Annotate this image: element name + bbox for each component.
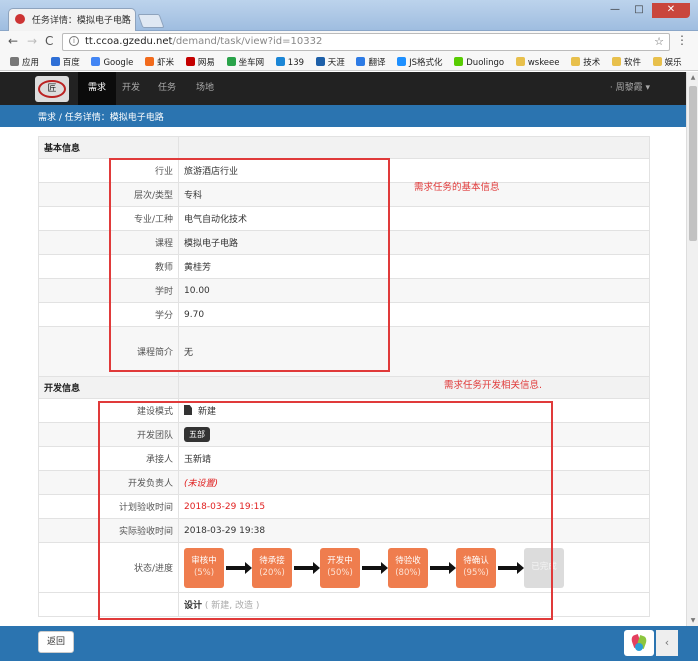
xiami-icon bbox=[145, 57, 155, 66]
google-icon bbox=[91, 57, 101, 66]
browser-tabbar: 任务详情：模拟电子电路 × — □ ✕ bbox=[0, 0, 698, 31]
tab-title: 任务详情：模拟电子电路 bbox=[31, 16, 131, 26]
baidu-icon bbox=[50, 57, 60, 66]
bookmark-139[interactable]: 139 bbox=[275, 57, 304, 68]
annotation-box-basic bbox=[109, 158, 390, 372]
tab-close-icon[interactable]: × bbox=[121, 13, 129, 23]
tianya-icon bbox=[315, 57, 325, 66]
scroll-up-icon[interactable]: ▲ bbox=[689, 74, 697, 81]
scrollbar-thumb[interactable] bbox=[689, 86, 697, 241]
back-button[interactable]: ← bbox=[8, 34, 18, 48]
bookmarks-bar: 应用 百度 Google 虾米 网易 坐车网 139 天涯 翻译 JS格式化 D… bbox=[0, 53, 698, 71]
bookmark-baidu[interactable]: 百度 bbox=[50, 56, 80, 68]
js-format-icon bbox=[397, 57, 407, 66]
browser-tab[interactable]: 任务详情：模拟电子电路 × bbox=[8, 8, 136, 31]
section-basic: 基本信息 bbox=[38, 136, 650, 159]
bookmark-tianya[interactable]: 天涯 bbox=[315, 56, 345, 68]
window-controls: — □ ✕ bbox=[604, 3, 690, 18]
browser-menu-icon[interactable]: ⋮ bbox=[676, 33, 688, 47]
folder-icon bbox=[652, 57, 662, 66]
section-title: 基本信息 bbox=[38, 136, 179, 159]
collapse-toolbar-icon[interactable]: ‹ bbox=[656, 630, 678, 656]
folder-icon bbox=[515, 57, 525, 66]
address-bar[interactable]: i tt.ccoa.gzedu.net/demand/task/view?id=… bbox=[62, 33, 670, 51]
nav-develop[interactable]: 开发 bbox=[112, 72, 150, 105]
bookmark-duolingo[interactable]: Duolingo bbox=[454, 57, 504, 68]
url-host: tt.ccoa.gzedu.net bbox=[85, 36, 173, 47]
section-title: 开发信息 bbox=[38, 376, 179, 399]
bookmark-163[interactable]: 网易 bbox=[185, 56, 215, 68]
browser-toolbar: ← → C i tt.ccoa.gzedu.net/demand/task/vi… bbox=[0, 31, 698, 53]
nav-venue[interactable]: 场地 bbox=[186, 72, 224, 105]
minimize-button[interactable]: — bbox=[604, 3, 626, 18]
user-menu[interactable]: · 周黎霞 ▾ bbox=[610, 72, 650, 105]
new-tab-button[interactable] bbox=[137, 14, 165, 28]
mail-139-icon bbox=[275, 57, 285, 66]
netease-icon bbox=[185, 57, 195, 66]
bookmark-xiami[interactable]: 虾米 bbox=[145, 56, 174, 68]
footer-bar: 返回 ‹ bbox=[0, 626, 698, 661]
bookmark-software[interactable]: 软件 bbox=[611, 56, 641, 68]
back-page-button[interactable]: 返回 bbox=[38, 631, 74, 653]
annotation-box-dev bbox=[98, 401, 553, 620]
site-navbar: 匠 需求 开发 任务 场地 · 周黎霞 ▾ bbox=[0, 72, 698, 105]
forward-button[interactable]: → bbox=[27, 34, 37, 48]
section-dev: 开发信息 bbox=[38, 376, 650, 399]
bookmark-jsformat[interactable]: JS格式化 bbox=[397, 56, 443, 68]
reload-button[interactable]: C bbox=[45, 34, 53, 48]
close-window-button[interactable]: ✕ bbox=[652, 3, 690, 18]
bookmark-apps[interactable]: 应用 bbox=[10, 56, 39, 68]
bookmark-fun[interactable]: 娱乐 bbox=[652, 56, 682, 68]
zuoche-icon bbox=[226, 57, 236, 66]
maximize-button[interactable]: □ bbox=[628, 3, 650, 18]
annotation-note-basic: 需求任务的基本信息 bbox=[414, 182, 500, 193]
yii-debug-logo-icon[interactable] bbox=[624, 630, 654, 656]
logo-mark: 匠 bbox=[38, 80, 66, 98]
translate-icon bbox=[356, 57, 366, 66]
bookmark-tech[interactable]: 技术 bbox=[571, 56, 600, 68]
page-scrollbar[interactable]: ▲ ▼ bbox=[686, 72, 698, 626]
breadcrumb: 需求 / 任务详情：模拟电子电路 bbox=[0, 105, 698, 127]
bookmark-google[interactable]: Google bbox=[91, 57, 133, 68]
scroll-down-icon[interactable]: ▼ bbox=[689, 617, 697, 624]
apps-grid-icon bbox=[10, 57, 19, 66]
url-path: /demand/task/view?id=10332 bbox=[172, 36, 323, 47]
annotation-note-dev: 需求任务开发相关信息. bbox=[444, 380, 543, 391]
nav-demand[interactable]: 需求 bbox=[78, 72, 117, 105]
folder-icon bbox=[611, 57, 621, 66]
bookmark-zuoche[interactable]: 坐车网 bbox=[226, 56, 264, 68]
site-logo[interactable]: 匠 bbox=[35, 76, 69, 102]
site-favicon-icon bbox=[15, 14, 25, 24]
bookmark-translate[interactable]: 翻译 bbox=[356, 56, 385, 68]
nav-task[interactable]: 任务 bbox=[148, 72, 186, 105]
bookmark-star-icon[interactable]: ☆ bbox=[654, 35, 664, 48]
bookmark-wskeee[interactable]: wskeee bbox=[515, 57, 560, 68]
folder-icon bbox=[571, 57, 581, 66]
duolingo-icon bbox=[454, 57, 464, 66]
info-icon[interactable]: i bbox=[69, 36, 79, 46]
